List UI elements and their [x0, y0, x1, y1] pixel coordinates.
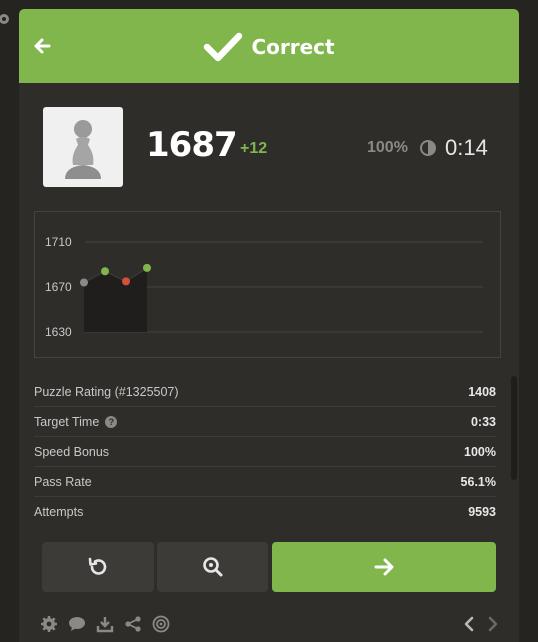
next-puzzle-button[interactable]	[272, 542, 496, 592]
y-tick-label: 1630	[45, 325, 72, 339]
target-icon[interactable]	[152, 615, 170, 633]
analyze-button[interactable]	[157, 542, 268, 592]
gear-icon[interactable]	[40, 615, 58, 633]
stat-label: Attempts	[34, 505, 84, 519]
stat-value: 9593	[468, 505, 496, 519]
stat-label: Speed Bonus	[34, 445, 110, 459]
stat-attempts: Attempts 9593	[34, 497, 496, 526]
help-icon[interactable]: ?	[105, 416, 118, 428]
rating-point	[80, 278, 88, 287]
stat-label: Pass Rate	[34, 475, 92, 489]
retry-button[interactable]	[42, 542, 154, 592]
chevron-left-icon[interactable]	[460, 615, 478, 633]
checkmark-icon	[204, 32, 243, 62]
download-icon[interactable]	[96, 615, 114, 633]
gear-icon[interactable]	[0, 12, 12, 26]
puzzle-result-panel: Correct 1687 +12 100% 0:14 1710 1670 1630 …	[19, 9, 519, 642]
stat-puzzle-rating: Puzzle Rating (#1325507) 1408	[34, 377, 496, 407]
player-rating: 1687	[146, 125, 238, 165]
next-arrow-icon	[374, 558, 394, 576]
solve-timer: 0:14	[445, 135, 488, 160]
result-header: Correct	[19, 9, 519, 83]
clock-icon	[420, 140, 436, 156]
scrollbar[interactable]	[511, 376, 517, 480]
rating-graph-svg: 1710 1670 1630	[45, 235, 483, 339]
stat-label: Target Time?	[34, 415, 118, 429]
result-title-text: Correct	[251, 35, 335, 59]
chat-icon[interactable]	[68, 615, 86, 633]
rating-graph: 1710 1670 1630	[34, 211, 501, 358]
stat-speed-bonus: Speed Bonus 100%	[34, 437, 496, 467]
puzzle-stats: Puzzle Rating (#1325507) 1408 Target Tim…	[34, 377, 496, 526]
stat-label-text: Target Time	[34, 415, 100, 429]
y-tick-label: 1670	[45, 280, 72, 294]
share-icon[interactable]	[124, 615, 142, 633]
stat-label: Puzzle Rating (#1325507)	[34, 385, 179, 399]
accuracy-value: 100%	[367, 139, 408, 156]
retry-icon	[88, 557, 107, 575]
stat-pass-rate: Pass Rate 56.1%	[34, 467, 496, 497]
footer-toolbar	[19, 609, 519, 637]
rating-point	[143, 263, 151, 272]
rating-point	[122, 277, 130, 286]
stat-value: 1408	[468, 385, 496, 399]
avatar	[43, 107, 123, 187]
rating-delta: +12	[240, 140, 268, 157]
stat-value: 56.1%	[460, 475, 496, 489]
action-bar	[42, 542, 496, 592]
rating-point	[101, 267, 109, 276]
chevron-right-icon[interactable]	[484, 615, 502, 633]
result-title: Correct	[19, 31, 519, 63]
pawn-icon	[65, 120, 101, 179]
stat-value: 0:33	[470, 415, 496, 429]
stat-target-time: Target Time? 0:33	[34, 407, 496, 437]
y-tick-label: 1710	[45, 235, 72, 249]
analyze-icon	[202, 557, 222, 577]
stat-value: 100%	[464, 445, 496, 459]
